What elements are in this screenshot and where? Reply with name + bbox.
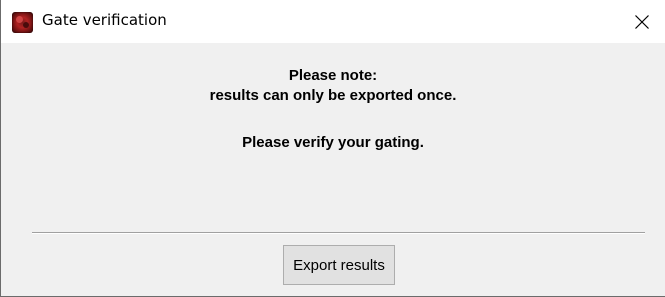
divider xyxy=(32,232,645,234)
title-bar[interactable]: Gate verification xyxy=(1,0,665,43)
verify-text: Please verify your gating. xyxy=(242,134,424,151)
app-icon xyxy=(12,12,33,33)
export-results-label: Export results xyxy=(293,256,385,274)
dialog-content: Please note: results can only be exporte… xyxy=(1,43,665,296)
window-title: Gate verification xyxy=(42,11,167,29)
export-results-button[interactable]: Export results xyxy=(283,245,395,285)
dialog-window: Gate verification Please note: results c… xyxy=(0,0,665,297)
close-button[interactable] xyxy=(619,0,665,43)
note-heading: Please note: xyxy=(288,67,378,84)
close-icon xyxy=(635,14,649,29)
note-text: results can only be exported once. xyxy=(209,87,457,104)
